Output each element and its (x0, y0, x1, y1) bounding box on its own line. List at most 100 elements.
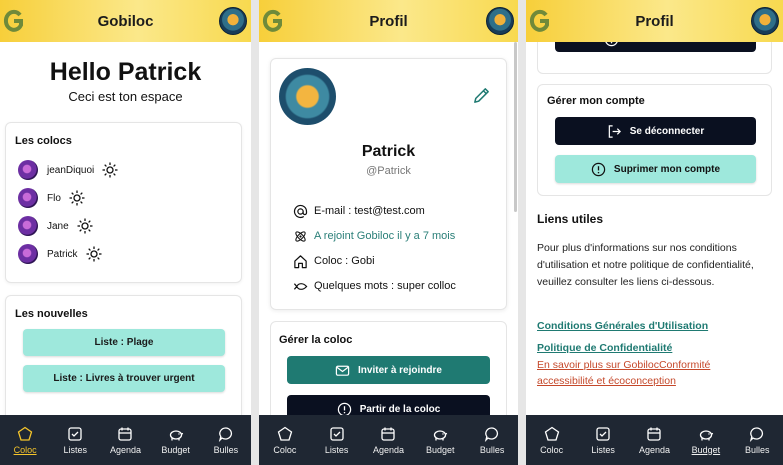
profile-email-row: E-mail : test@test.com (293, 202, 425, 220)
news-list-button[interactable]: Liste : Plage (23, 329, 225, 356)
logout-label: Se déconnecter (629, 125, 705, 137)
cgu-link[interactable]: Conditions Générales d'Utilisation (537, 320, 708, 332)
coloc-avatar (18, 244, 38, 264)
gobiloc-logo-icon[interactable] (262, 9, 284, 33)
news-title: Les nouvelles (15, 308, 88, 320)
calendar-icon (381, 427, 396, 441)
user-avatar[interactable] (751, 7, 779, 35)
bottom-nav: Coloc Listes Agenda Budget Bulles (0, 415, 251, 465)
calendar-icon (118, 427, 133, 441)
top-bar: Profil (526, 0, 783, 42)
profile-name: Patrick (361, 143, 416, 160)
profile-joined: A rejoint Gobiloc il y a 7 mois (314, 230, 456, 242)
privacy-policy-link[interactable]: Politique de Confidentialité (537, 342, 672, 354)
nav-item-bulles[interactable]: Bulles (202, 426, 250, 455)
profile-coloc: Coloc : Gobi (314, 255, 375, 267)
nav-label: Bulles (213, 444, 239, 455)
invite-button[interactable]: Inviter à rejoindre (287, 356, 490, 384)
coloc-name: Flo (47, 192, 61, 204)
nav-label: Coloc (13, 444, 37, 455)
nav-item-coloc[interactable]: Coloc (261, 426, 309, 455)
nav-label: Listes (63, 444, 88, 455)
nav-label: Listes (324, 444, 349, 455)
alert-circle-icon (591, 162, 606, 176)
nav-label: Bulles (479, 444, 505, 455)
coloc-item[interactable]: Jane (18, 212, 118, 240)
coloc-name: Patrick (47, 248, 78, 260)
coloc-avatar (18, 188, 38, 208)
colocs-title: Les colocs (15, 135, 72, 147)
nav-item-agenda[interactable]: Agenda (101, 426, 149, 455)
greeting-subtitle: Ceci est ton espace (68, 89, 183, 104)
profile-words: Quelques mots : super colloc (314, 280, 456, 292)
user-avatar[interactable] (219, 7, 247, 35)
nav-label: Coloc (540, 444, 564, 455)
coloc-item[interactable]: Patrick (18, 240, 118, 268)
pentagon-icon (17, 426, 33, 441)
screen-profile-scrolled: Partir de la coloc Profil Gérer mon comp… (526, 0, 783, 465)
coloc-item[interactable]: Flo (18, 184, 118, 212)
colocs-list: jeanDiquoi Flo Jane Patrick (18, 156, 118, 268)
checkbox-icon (330, 426, 344, 441)
news-list-button[interactable]: Liste : Livres à trouver urgent (23, 365, 225, 392)
house-icon (294, 254, 307, 268)
screen-divider (251, 0, 259, 465)
nav-item-listes[interactable]: Listes (51, 426, 99, 455)
profile-email: E-mail : test@test.com (314, 205, 425, 217)
nav-label: Agenda (109, 444, 141, 455)
profile-joined-row: A rejoint Gobiloc il y a 7 mois (293, 227, 455, 245)
nav-label: Listes (591, 444, 615, 455)
conformity-link[interactable]: En savoir plus sur GobilocConformité acc… (537, 357, 747, 389)
profile-coloc-row: Coloc : Gobi (293, 252, 375, 270)
top-bar: Profil (259, 0, 518, 42)
profile-handle: @Patrick (366, 165, 411, 177)
account-card: Gérer mon compte Se déconnecter Suprimer… (537, 84, 772, 196)
checkbox-icon (68, 426, 82, 441)
account-title: Gérer mon compte (547, 95, 645, 107)
colocs-card: Les colocs jeanDiquoi Flo Jane Patrick (5, 122, 242, 283)
bottom-nav: Coloc Listes Agenda Budget Bulles (259, 415, 518, 465)
user-avatar[interactable] (486, 7, 514, 35)
sun-icon (69, 190, 85, 206)
coloc-name: jeanDiquoi (47, 164, 95, 176)
nav-item-bulles[interactable]: Bulles (733, 426, 781, 455)
nav-label: Agenda (638, 444, 670, 455)
nav-item-budget[interactable]: Budget (152, 426, 200, 455)
pentagon-icon (544, 426, 559, 441)
piggy-bank-icon (699, 429, 714, 440)
calendar-icon (647, 427, 662, 441)
screen-profile: Profil Patrick @Patrick E-mail : test@te… (259, 0, 518, 465)
nav-label: Agenda (372, 444, 404, 455)
nav-item-agenda[interactable]: Agenda (630, 426, 678, 455)
logout-button[interactable]: Se déconnecter (555, 117, 756, 145)
logout-icon (608, 124, 621, 138)
nav-item-listes[interactable]: Listes (313, 426, 361, 455)
pencil-edit-icon[interactable] (472, 86, 491, 105)
profile-words-row: Quelques mots : super colloc (293, 277, 456, 295)
nav-item-listes[interactable]: Listes (579, 426, 627, 455)
screen-divider (518, 0, 526, 465)
profile-avatar (279, 68, 336, 125)
nav-label: Budget (426, 444, 455, 455)
gobiloc-logo-icon[interactable] (3, 9, 25, 33)
nav-label: Coloc (273, 444, 297, 455)
delete-account-button[interactable]: Suprimer mon compte (555, 155, 756, 183)
nav-item-budget[interactable]: Budget (682, 426, 730, 455)
nav-item-budget[interactable]: Budget (416, 426, 464, 455)
coloc-item[interactable]: jeanDiquoi (18, 156, 118, 184)
leave-coloc-label: Partir de la coloc (359, 403, 441, 415)
scrollbar[interactable] (514, 42, 517, 212)
nav-item-bulles[interactable]: Bulles (468, 426, 516, 455)
nav-item-agenda[interactable]: Agenda (364, 426, 412, 455)
nav-label: Budget (161, 444, 190, 455)
page-title: Profil (369, 12, 408, 30)
bottom-nav: Coloc Listes Agenda Budget Bulles (526, 415, 783, 465)
nav-label: Bulles (744, 444, 770, 455)
at-sign-icon (293, 204, 308, 218)
page-title: Gobiloc (97, 12, 154, 30)
news-card: Les nouvelles Liste : Plage Liste : Livr… (5, 295, 242, 425)
nav-item-coloc[interactable]: Coloc (1, 426, 49, 455)
chat-bubble-icon (750, 426, 764, 442)
gobiloc-logo-icon[interactable] (529, 9, 551, 33)
nav-item-coloc[interactable]: Coloc (528, 426, 576, 455)
